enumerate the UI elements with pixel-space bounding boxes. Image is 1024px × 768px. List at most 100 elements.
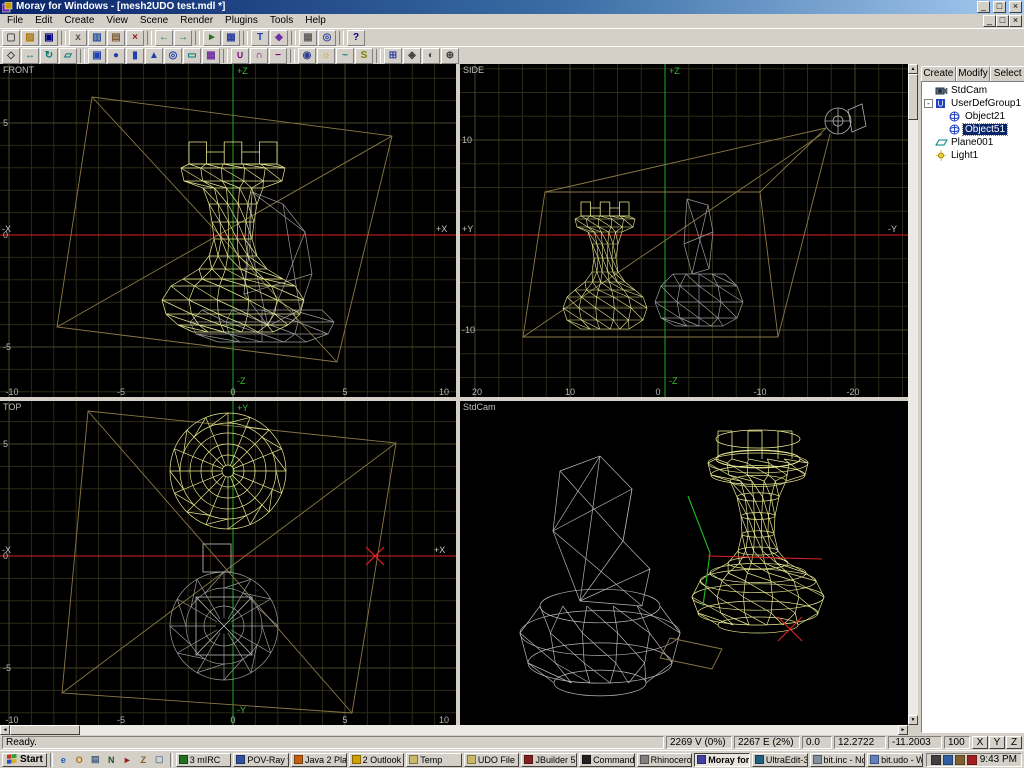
tab-modify[interactable]: Modify — [956, 66, 991, 81]
toolbar-rotate-tool-button[interactable]: ↻ — [40, 48, 58, 64]
menu-help[interactable]: Help — [299, 14, 332, 28]
menu-tools[interactable]: Tools — [264, 14, 299, 28]
viewport-horizontal-scrollbar[interactable]: ◄ ► — [0, 725, 908, 735]
mdi-restore-button[interactable]: □ — [996, 15, 1009, 27]
viewport-splitter-vertical[interactable] — [456, 64, 460, 725]
viewport-side[interactable]: 20100-10-2010-10+Z-Z+Y-Y SIDE — [460, 64, 908, 397]
quicklaunch-show-desktop-icon[interactable]: ▤ — [88, 753, 103, 767]
taskbar-item-pov-ray-fo-[interactable]: POV-Ray fo... — [233, 753, 289, 767]
mdi-close-button[interactable]: × — [1009, 15, 1022, 27]
menu-view[interactable]: View — [100, 14, 134, 28]
taskbar-item-jbuilder-5-[interactable]: JBuilder 5 - ... — [521, 753, 577, 767]
tray-display-icon[interactable] — [943, 755, 953, 765]
taskbar-item-java-2-platf-[interactable]: Java 2 Platf... — [291, 753, 347, 767]
toolbar-grid-snap-button[interactable]: ▦ — [299, 30, 317, 46]
toolbar-group-objects-button[interactable]: ⊞ — [384, 48, 402, 64]
vscroll-track[interactable] — [908, 74, 918, 715]
tab-select[interactable]: Select — [990, 66, 1024, 81]
toolbar-scale-tool-button[interactable]: ▱ — [59, 48, 77, 64]
start-button[interactable]: Start — [2, 753, 47, 767]
toolbar-help-button[interactable]: ? — [347, 30, 365, 46]
toolbar-new-scene-button[interactable]: ▢ — [2, 30, 20, 46]
toolbar-create-cylinder-button[interactable]: ▮ — [126, 48, 144, 64]
quicklaunch-notepad-icon[interactable]: ▢ — [152, 753, 167, 767]
viewport-top[interactable]: -10-5051050-5+Y-Y-X+X TOP — [0, 401, 456, 725]
quicklaunch-media-player-icon[interactable]: ► — [120, 753, 135, 767]
toolbar-material-editor-button[interactable]: ◆ — [270, 30, 288, 46]
viewport-vertical-scrollbar[interactable]: ▲ ▼ — [908, 64, 918, 725]
menu-file[interactable]: File — [1, 14, 29, 28]
toolbar-create-box-button[interactable]: ▣ — [88, 48, 106, 64]
tree-item-userdefgroup1[interactable]: -UUserDefGroup1 — [923, 97, 1023, 110]
menu-scene[interactable]: Scene — [134, 14, 174, 28]
tree-item-light1[interactable]: Light1 — [923, 149, 1023, 162]
taskbar-item-bit-udo-w-[interactable]: bit.udo - W... — [867, 753, 923, 767]
tree-item-plane001[interactable]: Plane001 — [923, 136, 1023, 149]
tray-volume-icon[interactable] — [931, 755, 941, 765]
tree-item-stdcam[interactable]: StdCam — [923, 84, 1023, 97]
toolbar-undo-button[interactable]: ← — [155, 30, 173, 46]
toolbar-save-scene-button[interactable]: ▣ — [40, 30, 58, 46]
toolbar-create-plane-button[interactable]: ▭ — [183, 48, 201, 64]
taskbar-item-3-mirc[interactable]: 3 mIRC — [176, 753, 232, 767]
taskbar-item-2-outlook-[interactable]: 2 Outlook ... — [349, 753, 405, 767]
quicklaunch-netscape-icon[interactable]: N — [104, 753, 119, 767]
toolbar-cut-button[interactable]: x — [69, 30, 87, 46]
toolbar-render-settings-button[interactable]: ▦ — [222, 30, 240, 46]
tray-scheduler-icon[interactable] — [955, 755, 965, 765]
toolbar-create-sphere-button[interactable]: ● — [107, 48, 125, 64]
tree-item-object51[interactable]: Object51 — [923, 123, 1023, 136]
taskbar-item-udo-file-fo-[interactable]: UDO File Fo... — [464, 753, 520, 767]
menu-plugins[interactable]: Plugins — [219, 14, 264, 28]
toolbar-text-editor-button[interactable]: T — [251, 30, 269, 46]
tray-antivirus-icon[interactable] — [967, 755, 977, 765]
toolbar-delete-button[interactable]: × — [126, 30, 144, 46]
toolbar-open-scene-button[interactable]: ▨ — [21, 30, 39, 46]
toolbar-shaded-mode-button[interactable]: ◐ — [422, 48, 440, 64]
toolbar-create-camera-button[interactable]: ◉ — [298, 48, 316, 64]
toolbar-render-button[interactable]: ► — [203, 30, 221, 46]
toolbar-csg-union-button[interactable]: ∪ — [231, 48, 249, 64]
titlebar[interactable]: Moray for Windows - [mesh2UDO test.mdl *… — [0, 0, 1024, 14]
scroll-left-icon[interactable]: ◄ — [0, 725, 10, 735]
axis-x-button[interactable]: X — [972, 736, 988, 749]
taskbar-item-temp[interactable]: Temp — [406, 753, 462, 767]
toolbar-csg-difference-button[interactable]: − — [269, 48, 287, 64]
taskbar-item-bit-inc-not-[interactable]: bit.inc - Not... — [810, 753, 866, 767]
toolbar-create-bezier-button[interactable]: ~ — [336, 48, 354, 64]
toolbar-redo-button[interactable]: → — [174, 30, 192, 46]
viewport-splitter-horizontal[interactable] — [0, 397, 908, 401]
scroll-up-icon[interactable]: ▲ — [908, 64, 918, 74]
toolbar-paste-button[interactable]: ▤ — [107, 30, 125, 46]
minimize-button[interactable]: _ — [977, 1, 990, 13]
toolbar-create-lathe-button[interactable]: S — [355, 48, 373, 64]
toolbar-csg-intersection-button[interactable]: ∩ — [250, 48, 268, 64]
toolbar-axis-lock-button[interactable]: ◎ — [318, 30, 336, 46]
maximize-button[interactable]: □ — [993, 1, 1006, 13]
axis-z-button[interactable]: Z — [1006, 736, 1022, 749]
viewport-front[interactable]: -10-5051050-5+Z-Z-X+X FRONT — [0, 64, 456, 397]
tab-create[interactable]: Create — [921, 66, 956, 81]
hscroll-track[interactable] — [10, 725, 898, 735]
mdi-minimize-button[interactable]: _ — [983, 15, 996, 27]
taskbar-item-command-p-[interactable]: Command P... — [579, 753, 635, 767]
taskbar-item-ultraedit-32[interactable]: UltraEdit-32 — [752, 753, 808, 767]
quicklaunch-internet-explorer-icon[interactable]: e — [56, 753, 71, 767]
toolbar-translate-tool-button[interactable]: ↔ — [21, 48, 39, 64]
toolbar-create-torus-button[interactable]: ◎ — [164, 48, 182, 64]
toolbar-wireframe-mode-button[interactable]: ◈ — [403, 48, 421, 64]
toolbar-select-tool-button[interactable]: ◇ — [2, 48, 20, 64]
menu-edit[interactable]: Edit — [29, 14, 58, 28]
hscroll-thumb[interactable] — [10, 725, 80, 735]
quicklaunch-winzip-icon[interactable]: Z — [136, 753, 151, 767]
viewport-stdcam[interactable]: StdCam — [460, 401, 908, 725]
menu-create[interactable]: Create — [58, 14, 100, 28]
quicklaunch-outlook-icon[interactable]: O — [72, 753, 87, 767]
scroll-right-icon[interactable]: ► — [898, 725, 908, 735]
taskbar-item-moray-for-[interactable]: Moray for ... — [694, 753, 750, 767]
scroll-down-icon[interactable]: ▼ — [908, 715, 918, 725]
tree-expander-icon[interactable]: - — [924, 99, 933, 108]
toolbar-create-cone-button[interactable]: ▲ — [145, 48, 163, 64]
taskbar-item-rhinoceros-[interactable]: Rhinoceros ... — [637, 753, 693, 767]
tree-item-object21[interactable]: Object21 — [923, 110, 1023, 123]
